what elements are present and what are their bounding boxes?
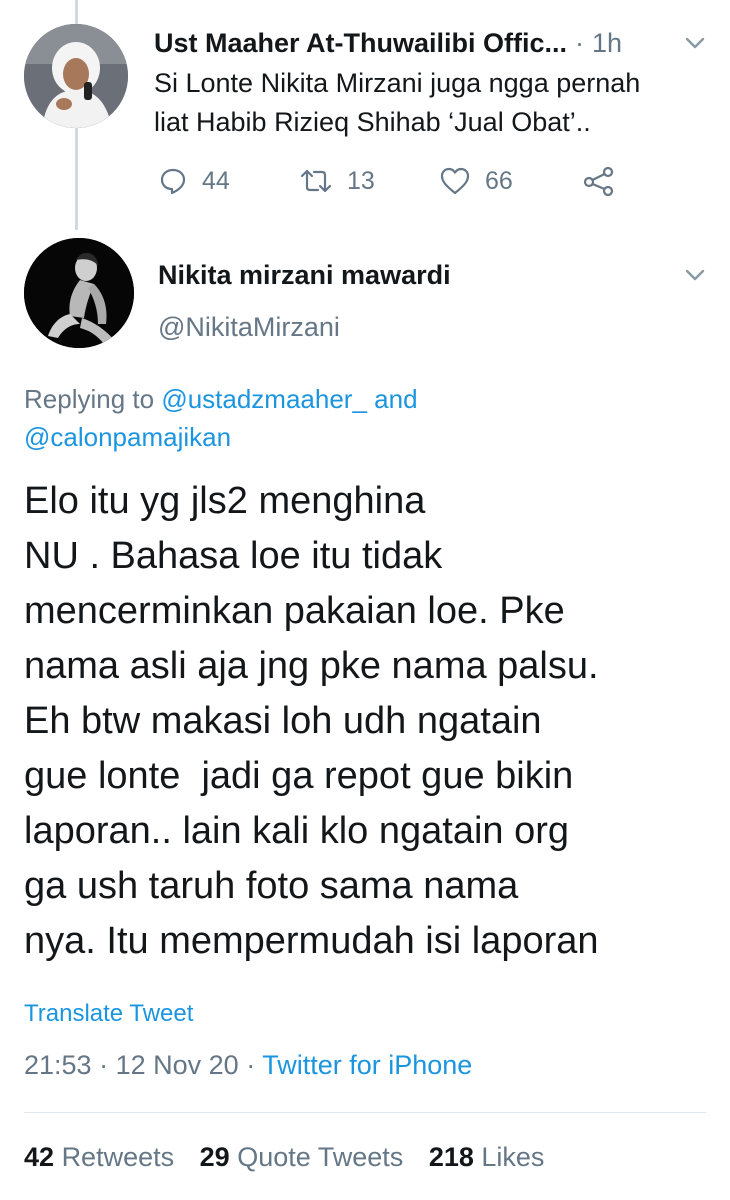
- parent-tweet-text-line: Si Lonte Nikita Mirzani juga ngga pernah: [154, 68, 641, 98]
- heart-icon: [440, 167, 470, 195]
- retweets-count: 42: [24, 1142, 55, 1172]
- parent-author-avatar[interactable]: [24, 24, 128, 128]
- likes-count: 218: [428, 1142, 474, 1172]
- main-author-handle[interactable]: @NikitaMirzani: [158, 312, 340, 343]
- retweet-icon: [300, 169, 332, 193]
- main-tweet-text-line: nama asli aja jng pke nama palsu.: [24, 645, 599, 687]
- main-author-avatar[interactable]: [24, 238, 134, 348]
- chevron-down-icon: [685, 269, 705, 281]
- likes-stat[interactable]: 218 Likes: [429, 1142, 545, 1172]
- retweet-button[interactable]: 13: [299, 160, 375, 202]
- main-tweet-text-line: gue lonte jadi ga repot gue bikin: [24, 755, 574, 797]
- replying-to: Replying to @ustadzmaaher_ and @calonpam…: [24, 380, 704, 456]
- parent-tweet-text: Si Lonte Nikita Mirzani juga ngga pernah…: [154, 64, 714, 142]
- likes-label: Likes: [481, 1142, 545, 1172]
- meta-separator: ·: [99, 1050, 109, 1080]
- retweet-count: 13: [347, 166, 375, 195]
- tweet-meta: 21:53 · 12 Nov 20 · Twitter for iPhone: [24, 1050, 472, 1081]
- retweets-label: Retweets: [61, 1142, 175, 1172]
- main-tweet-text-line: mencerminkan pakaian loe. Pke: [24, 590, 565, 632]
- main-tweet-text-line: Elo itu yg jls2 menghina: [24, 480, 426, 522]
- main-tweet-text: Elo itu yg jls2 menghina NU . Bahasa loe…: [24, 474, 714, 969]
- reply-icon: [160, 168, 186, 195]
- header-separator: ·: [575, 27, 585, 58]
- main-tweet-text-line: Eh btw makasi loh udh ngatain: [24, 700, 542, 742]
- quote-tweets-count: 29: [199, 1142, 230, 1172]
- reply-count: 44: [202, 166, 230, 195]
- main-tweet-text-line: ga ush taruh foto sama nama: [24, 865, 519, 907]
- mention-link[interactable]: @calonpamajikan: [24, 422, 231, 452]
- parent-tweet-actions: 44 13 66: [154, 160, 634, 202]
- avatar-photo-icon: [24, 238, 134, 348]
- parent-author-name[interactable]: Ust Maaher At-Thuwailibi Offic...: [154, 28, 567, 59]
- replying-prefix: Replying to: [24, 384, 155, 414]
- like-count: 66: [485, 166, 513, 195]
- retweets-stat[interactable]: 42 Retweets: [24, 1142, 174, 1172]
- chevron-down-icon: [685, 37, 705, 49]
- quote-tweets-label: Quote Tweets: [237, 1142, 404, 1172]
- mention-link[interactable]: @ustadzmaaher_: [161, 384, 367, 414]
- parent-tweet-text-line: liat Habib Rizieq Shihab ‘Jual Obat’..: [154, 107, 591, 137]
- avatar-photo-icon: [24, 24, 128, 128]
- tweet-date[interactable]: 12 Nov 20: [116, 1050, 239, 1080]
- tweet-stats: 42 Retweets 29 Quote Tweets 218 Likes: [24, 1142, 562, 1173]
- main-tweet-menu-button[interactable]: [682, 262, 708, 288]
- share-icon: [583, 166, 614, 196]
- tweet-client-link[interactable]: Twitter for iPhone: [262, 1050, 472, 1080]
- parent-tweet-menu-button[interactable]: [682, 30, 708, 56]
- tweet-time[interactable]: 21:53: [24, 1050, 92, 1080]
- meta-separator: ·: [246, 1050, 256, 1080]
- main-tweet-text-line: NU . Bahasa loe itu tidak: [24, 535, 443, 577]
- divider: [24, 1112, 706, 1113]
- parent-tweet-time[interactable]: 1h: [592, 28, 622, 59]
- like-button[interactable]: 66: [439, 160, 513, 202]
- replying-and[interactable]: and: [374, 384, 417, 414]
- parent-tweet-header: Ust Maaher At-Thuwailibi Offic... · 1h: [154, 24, 714, 62]
- main-author-name[interactable]: Nikita mirzani mawardi: [158, 260, 451, 291]
- reply-button[interactable]: 44: [158, 160, 230, 202]
- main-tweet-text-line: laporan.. lain kali klo ngatain org: [24, 810, 570, 852]
- share-button[interactable]: [582, 160, 630, 202]
- main-tweet-text-line: nya. Itu mempermudah isi laporan: [24, 920, 599, 962]
- quote-tweets-stat[interactable]: 29 Quote Tweets: [200, 1142, 404, 1172]
- translate-tweet-link[interactable]: Translate Tweet: [24, 1000, 193, 1028]
